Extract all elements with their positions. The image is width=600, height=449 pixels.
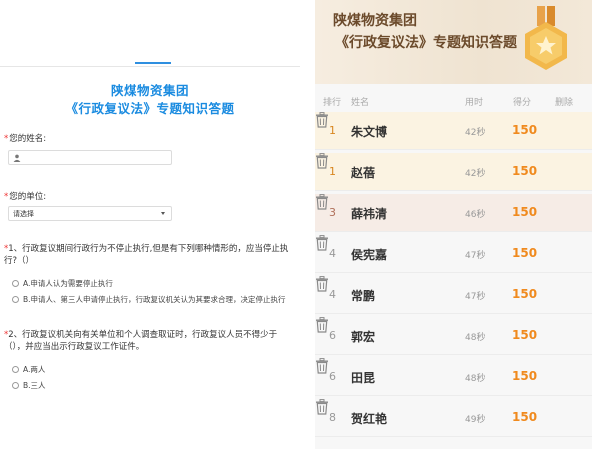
radio-button[interactable] (12, 382, 19, 389)
chevron-down-icon (161, 212, 165, 215)
medal-icon (525, 6, 567, 70)
row-time: 46秒 (465, 210, 486, 220)
leaderboard-header: 排行 姓名 用时 得分 删除 (315, 90, 592, 112)
row-time: 49秒 (465, 415, 486, 425)
row-name: 常鹏 (351, 289, 376, 303)
leaderboard-row: 4 侯宪嘉 47秒 150 (315, 235, 592, 273)
radio-button[interactable] (12, 366, 19, 373)
row-time: 42秒 (465, 169, 486, 179)
header-delete: 删除 (555, 98, 574, 108)
question-2-text: *2、行政复议机关向有关单位和个人调查取证时，行政复议人员不得少于（），并应当出… (4, 330, 278, 352)
form-title-line1: 陕煤物资集团 (110, 83, 189, 98)
header-name: 姓名 (351, 98, 370, 108)
trash-icon[interactable] (315, 153, 329, 169)
row-time: 48秒 (465, 333, 486, 343)
leaderboard-row: 1 朱文博 42秒 150 (315, 112, 592, 150)
quiz-form-panel: 陕煤物资集团 《行政复议法》专题知识答题 *您的姓名: *您的单位: 请选择 *… (0, 0, 300, 449)
row-score: 150 (512, 369, 538, 383)
user-icon (13, 154, 21, 162)
trash-icon[interactable] (315, 112, 329, 128)
row-score: 150 (512, 164, 538, 178)
active-tab-indicator (135, 62, 171, 64)
row-score: 150 (512, 123, 538, 137)
name-input[interactable] (8, 150, 172, 165)
leaderboard-row: 8 贺红艳 49秒 150 (315, 399, 592, 437)
unit-label: *您的单位: (4, 192, 47, 202)
row-time: 42秒 (465, 128, 486, 138)
row-score: 150 (512, 328, 538, 342)
row-name: 侯宪嘉 (351, 248, 388, 262)
row-name: 郭宏 (351, 330, 376, 344)
row-name: 薛祎清 (351, 207, 388, 221)
question-1-text: *1、行政复议期间行政行为不停止执行,但是有下列哪种情形的，应当停止执行?（） (4, 244, 289, 266)
banner-title-line2: 《行政复议法》专题知识答题 (335, 35, 517, 51)
row-rank: 4 (329, 288, 336, 301)
row-name: 田昆 (351, 371, 376, 385)
row-rank: 4 (329, 247, 336, 260)
leaderboard-row: 4 常鹏 47秒 150 (315, 276, 592, 314)
radio-button[interactable] (12, 280, 19, 287)
name-label: *您的姓名: (4, 134, 47, 144)
question-2-option-a[interactable]: A.两人 (12, 364, 45, 375)
question-1-option-a[interactable]: A.申请人认为需要停止执行 (12, 278, 113, 289)
row-rank: 8 (329, 411, 336, 424)
row-name: 赵蓓 (351, 166, 376, 180)
header-score: 得分 (513, 98, 532, 108)
leaderboard-row: 3 薛祎清 46秒 150 (315, 194, 592, 232)
row-rank: 1 (329, 124, 336, 137)
leaderboard-panel: 陕煤物资集团 《行政复议法》专题知识答题 排行 姓名 用时 得分 删除 1 朱文博… (315, 0, 592, 449)
row-time: 47秒 (465, 251, 486, 261)
question-1-option-b[interactable]: B.申请人、第三人申请停止执行，行政复议机关认为其要求合理，决定停止执行 (12, 294, 286, 305)
trash-icon[interactable] (315, 194, 329, 210)
banner-title-line1: 陕煤物资集团 (333, 13, 417, 29)
row-rank: 3 (329, 206, 336, 219)
row-score: 150 (512, 205, 538, 219)
leaderboard-row: 6 田昆 48秒 150 (315, 358, 592, 396)
header-divider (0, 66, 300, 67)
row-name: 朱文博 (351, 125, 388, 139)
trash-icon[interactable] (315, 276, 329, 292)
trash-icon[interactable] (315, 399, 329, 415)
row-rank: 6 (329, 329, 336, 342)
row-rank: 6 (329, 370, 336, 383)
leaderboard-row: 1 赵蓓 42秒 150 (315, 153, 592, 191)
question-2-option-b[interactable]: B.三人 (12, 380, 46, 391)
row-rank: 1 (329, 165, 336, 178)
unit-select-value: 请选择 (13, 210, 34, 218)
leaderboard-row: 6 郭宏 48秒 150 (315, 317, 592, 355)
trash-icon[interactable] (315, 235, 329, 251)
header-time: 用时 (465, 98, 484, 108)
leaderboard-banner: 陕煤物资集团 《行政复议法》专题知识答题 (315, 0, 592, 84)
row-score: 150 (512, 410, 538, 424)
row-time: 48秒 (465, 374, 486, 384)
form-title-line2: 《行政复议法》专题知识答题 (65, 101, 235, 116)
trash-icon[interactable] (315, 317, 329, 333)
header-rank: 排行 (323, 98, 342, 108)
radio-button[interactable] (12, 296, 19, 303)
row-score: 150 (512, 246, 538, 260)
row-score: 150 (512, 287, 538, 301)
row-time: 47秒 (465, 292, 486, 302)
trash-icon[interactable] (315, 358, 329, 374)
row-name: 贺红艳 (351, 412, 388, 426)
unit-select[interactable]: 请选择 (8, 206, 172, 221)
